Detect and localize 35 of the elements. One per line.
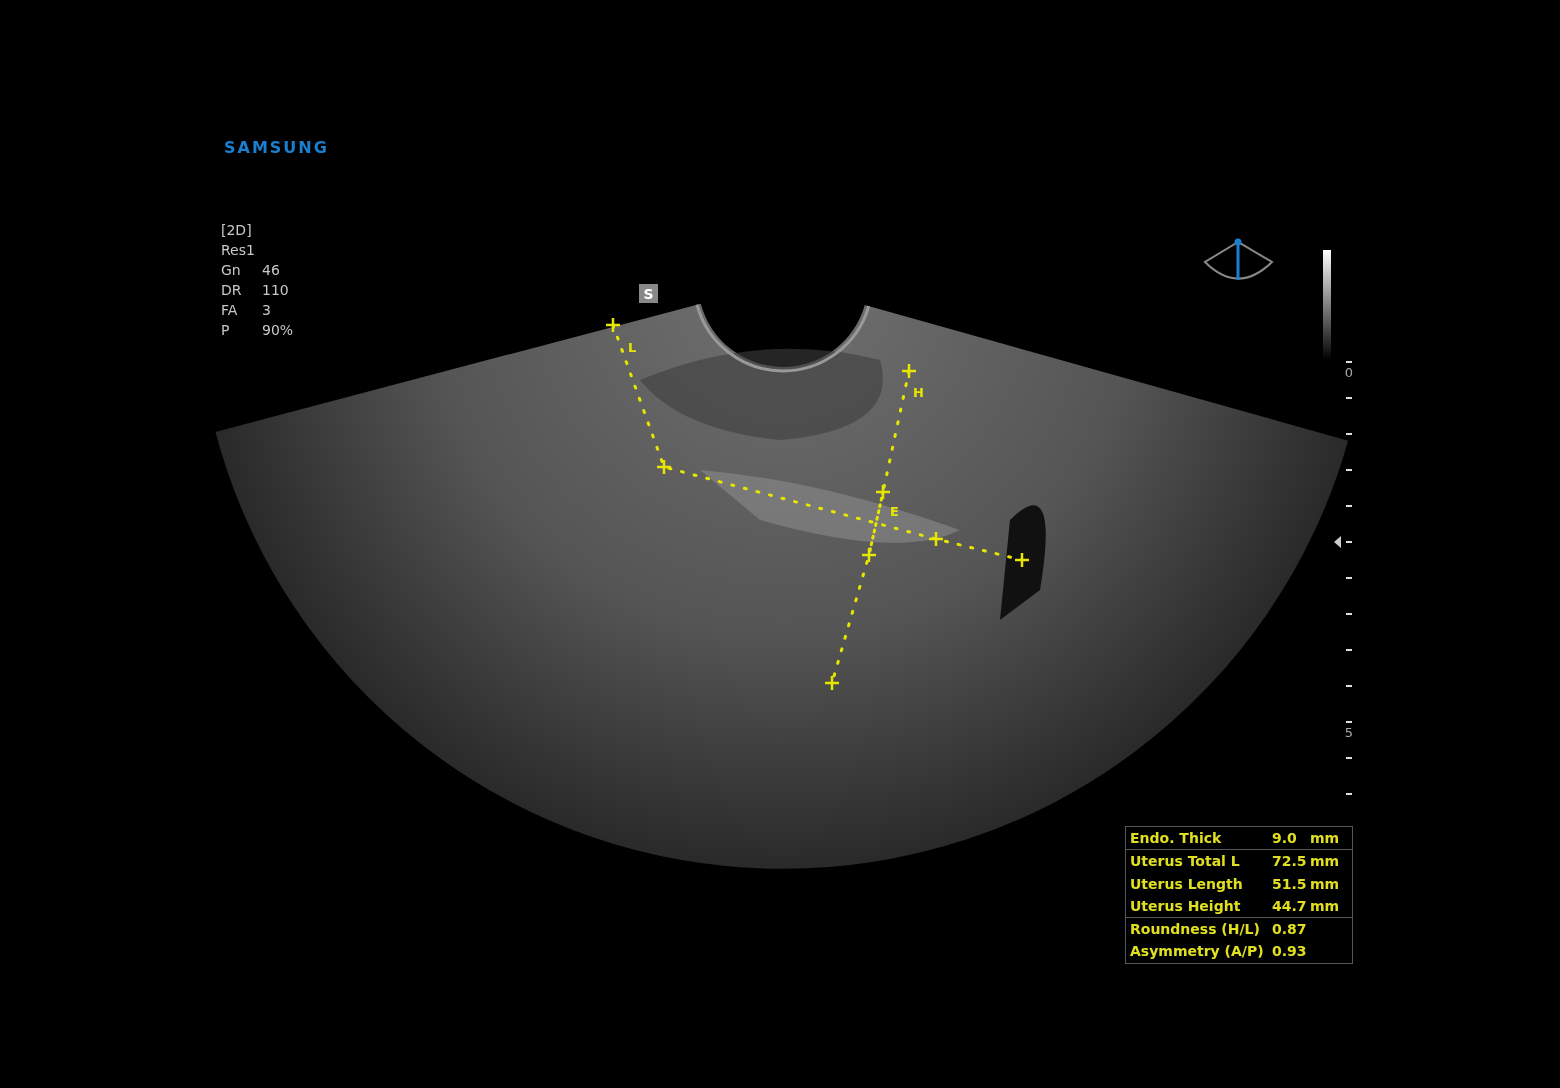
parameter-label: DR [221,281,243,300]
measurement-value: 0.87 [1272,920,1308,940]
focus-marker-icon [1334,536,1341,548]
depth-label: 0 [1344,365,1354,380]
measurement-name: Uterus Height [1130,896,1242,916]
parameter-label: FA [221,301,239,320]
caliper-label: L [628,340,637,355]
measurement-value: 44.7 [1272,896,1308,916]
measurement-name: Uterus Length [1130,874,1244,894]
measurement-value: 51.5 [1272,874,1308,894]
parameter-value: 46 [262,261,280,280]
parameter-value: 110 [262,281,289,300]
measurement-unit: mm [1309,874,1340,894]
mode-label: [2D] [221,221,253,240]
measurement-value: 72.5 [1272,852,1308,872]
parameter-value: 3 [262,301,271,320]
measurement-name: Roundness (H/L) [1130,920,1261,940]
measurement-unit: mm [1309,829,1340,848]
measurement-value: 0.93 [1272,942,1308,962]
measurement-unit: mm [1309,852,1340,872]
depth-label: 5 [1344,725,1354,740]
measurement-name: Uterus Total L [1130,852,1241,872]
orientation-marker: S [639,284,658,303]
caliper-label: E [890,504,899,519]
measurement-name: Endo. Thick [1130,829,1223,848]
parameter-value: 90% [262,321,294,340]
measurement-value: 9.0 [1272,829,1298,848]
parameter-label: Gn [221,261,242,280]
measurement-unit: mm [1309,896,1340,916]
measurement-name: Asymmetry (A/P) [1130,942,1265,962]
brand-logo: SAMSUNG [224,137,329,159]
caliper-label: H [913,385,924,400]
probe-orientation-icon [1204,238,1273,280]
parameter-label: P [221,321,231,340]
parameter-label: Res1 [221,241,256,260]
